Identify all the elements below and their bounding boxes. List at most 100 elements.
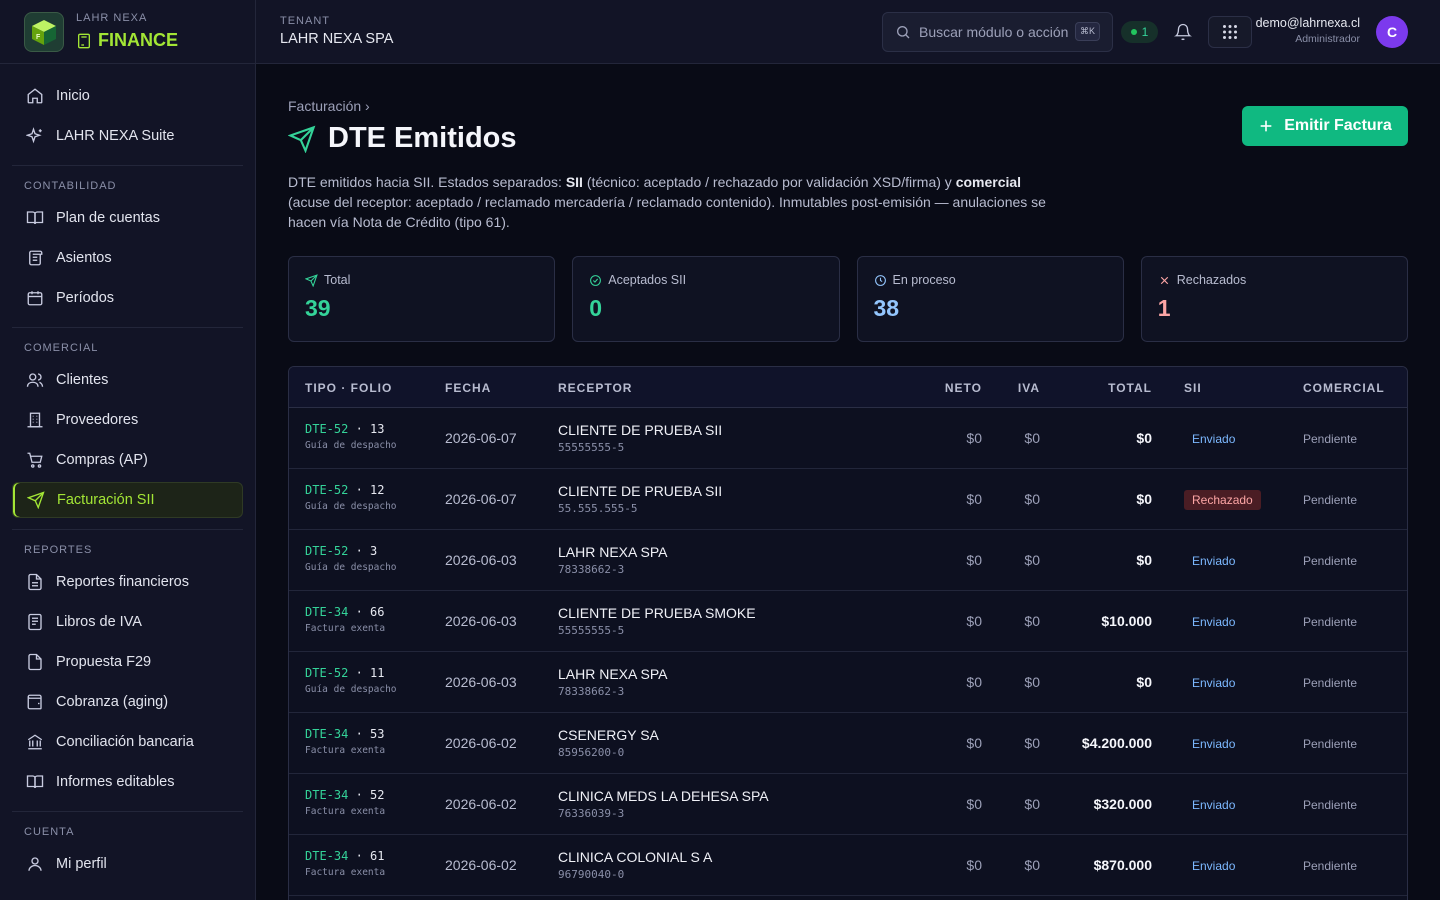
col-header-receptor[interactable]: RECEPTOR [558,381,632,395]
col-header-comercial[interactable]: COMERCIAL [1303,381,1385,395]
table-row[interactable]: DTE-52 · 12 Guía de despacho 2026-06-07 C… [289,469,1407,530]
commercial-status: Pendiente [1303,615,1358,629]
receptor-rut: 96790040-0 [558,868,625,881]
sidebar-item-compras[interactable]: Compras (AP) [12,442,243,478]
col-header-sii[interactable]: SII [1184,381,1202,395]
table-row[interactable]: DTE-52 · 11 Guía de despacho 2026-06-03 L… [289,652,1407,713]
receptor-name: CLINICA COLONIAL S A [558,849,713,865]
users-icon [26,373,44,387]
plus-icon [1260,120,1272,132]
sidebar-item-label: Conciliación bancaria [56,734,194,750]
col-header-neto[interactable]: NETO [945,381,982,395]
sidebar-item-periodos[interactable]: Períodos [12,280,243,316]
neto-value: $0 [966,613,982,629]
receptor-rut: 55.555.555-5 [558,502,638,515]
sii-status-badge: Enviado [1192,432,1236,446]
sidebar-item-asientos[interactable]: Asientos [12,240,243,276]
sidebar-item-label: Compras (AP) [56,452,148,468]
col-header-tipo[interactable]: TIPO · FOLIO [305,381,392,395]
search-input[interactable]: Buscar módulo o acción ⌘K [882,12,1113,52]
book-icon [26,211,44,225]
page-description: DTE emitidos hacia SII. Estados separado… [288,174,1046,230]
sidebar-item-cobranza[interactable]: Cobranza (aging) [12,684,243,720]
receptor-name: CSENERGY SA [558,727,659,743]
sidebar-item-label: Plan de cuentas [56,210,160,226]
sidebar: F LAHR NEXA FINANCE Inicio LAHR NEXA Sui… [0,0,256,900]
breadcrumb[interactable]: Facturación › [288,98,370,114]
logo-cube-icon: F [24,11,64,52]
sidebar-item-conciliacion[interactable]: Conciliación bancaria [12,724,243,760]
sidebar-item-clientes[interactable]: Clientes [12,362,243,398]
receptor-rut: 85956200-0 [558,746,625,759]
section-title-comercial: COMERCIAL [24,342,99,354]
neto-value: $0 [966,430,982,446]
table-row[interactable]: DTE-34 · 61 Factura exenta 2026-06-02 CLI… [289,835,1407,896]
table-row[interactable]: DTE-34 · 66 Factura exenta 2026-06-03 CLI… [289,591,1407,652]
tenant-switcher[interactable]: TENANT LAHR NEXA SPA [280,15,393,47]
avatar[interactable]: C [1376,16,1408,48]
status-badge[interactable]: 1 [1121,21,1158,43]
calculator-file-icon [28,653,42,671]
sidebar-item-plan-de-cuentas[interactable]: Plan de cuentas [12,200,243,236]
sidebar-item-inicio[interactable]: Inicio [12,78,243,114]
table-header: TIPO · FOLIO FECHA RECEPTOR NETO IVA TOT… [289,367,1407,408]
iva-value: $0 [1024,857,1040,873]
col-header-fecha[interactable]: FECHA [445,381,491,395]
user-icon [28,857,42,871]
commercial-status: Pendiente [1303,676,1358,690]
notebook-icon [28,613,42,631]
sidebar-nav: Inicio LAHR NEXA Suite CONTABILIDAD Plan… [12,78,243,886]
table-row[interactable]: DTE-34 · 52 Factura exenta 2026-06-02 CLI… [289,774,1407,835]
sidebar-item-proveedores[interactable]: Proveedores [12,402,243,438]
dte-type-desc: Factura exenta [305,867,386,878]
dte-type-desc: Guía de despacho [305,440,397,451]
total-value: $870.000 [1093,857,1152,873]
dte-type: DTE-34 [305,727,349,741]
apps-grid-button[interactable] [1208,16,1252,48]
col-header-iva[interactable]: IVA [1018,381,1040,395]
sidebar-item-facturacion-sii[interactable]: Facturación SII [12,482,243,518]
user-menu[interactable]: demo@lahrnexa.cl Administrador [1256,16,1360,45]
sidebar-item-label: Cobranza (aging) [56,694,169,710]
dte-type-desc: Guía de despacho [305,684,397,695]
sidebar-item-label: Inicio [56,88,90,104]
sii-status-badge: Enviado [1192,554,1236,568]
emit-invoice-button[interactable]: Emitir Factura [1242,106,1408,146]
stat-card-en-proceso: En proceso 38 [856,256,1124,342]
brand[interactable]: F LAHR NEXA FINANCE [0,0,255,64]
total-value: $320.000 [1093,796,1152,812]
receptor-name: LAHR NEXA SPA [558,544,668,560]
sidebar-item-label: Informes editables [56,774,175,790]
table-row[interactable]: DTE-52 · 3 Guía de despacho 2026-06-03 LA… [289,530,1407,591]
col-header-total[interactable]: TOTAL [1108,381,1152,395]
stat-value: 39 [305,295,331,321]
sidebar-item-label: Reportes financieros [56,574,189,590]
iva-value: $0 [1024,491,1040,507]
dte-type: DTE-52 [305,544,349,558]
sidebar-item-label: Propuesta F29 [56,654,152,670]
bell-icon[interactable] [1174,23,1192,41]
dte-type: DTE-52 [305,483,349,497]
sidebar-item-informes-editables[interactable]: Informes editables [12,764,243,800]
stat-card-rechazados: Rechazados 1 [1140,256,1408,342]
stat-value: 38 [873,295,900,321]
stat-label: Aceptados SII [608,273,687,287]
sidebar-item-reportes-financieros[interactable]: Reportes financieros [12,564,243,600]
table-row[interactable]: DTE-52 · 13 Guía de despacho 2026-06-07 C… [289,408,1407,469]
table-row[interactable]: DTE-34 · 53 Factura exenta 2026-06-02 CSE… [289,713,1407,774]
sidebar-item-mi-perfil[interactable]: Mi perfil [12,846,243,882]
send-icon [305,273,318,287]
dte-folio: · 12 [348,483,385,497]
status-count: 1 [1141,25,1149,39]
iva-value: $0 [1024,735,1040,751]
dte-folio: · 52 [348,788,385,802]
sidebar-item-propuesta-f29[interactable]: Propuesta F29 [12,644,243,680]
bank-icon [27,734,43,750]
sidebar-item-suite[interactable]: LAHR NEXA Suite [12,118,243,154]
brand-product: FINANCE [98,30,178,50]
stats-row: Total 39 Aceptados SII 0 En proceso 38 R… [288,256,1408,342]
dte-folio: · 11 [348,666,385,680]
sidebar-item-libros-iva[interactable]: Libros de IVA [12,604,243,640]
total-value: $0 [1136,430,1152,446]
receptor-name: LAHR NEXA SPA [558,666,668,682]
